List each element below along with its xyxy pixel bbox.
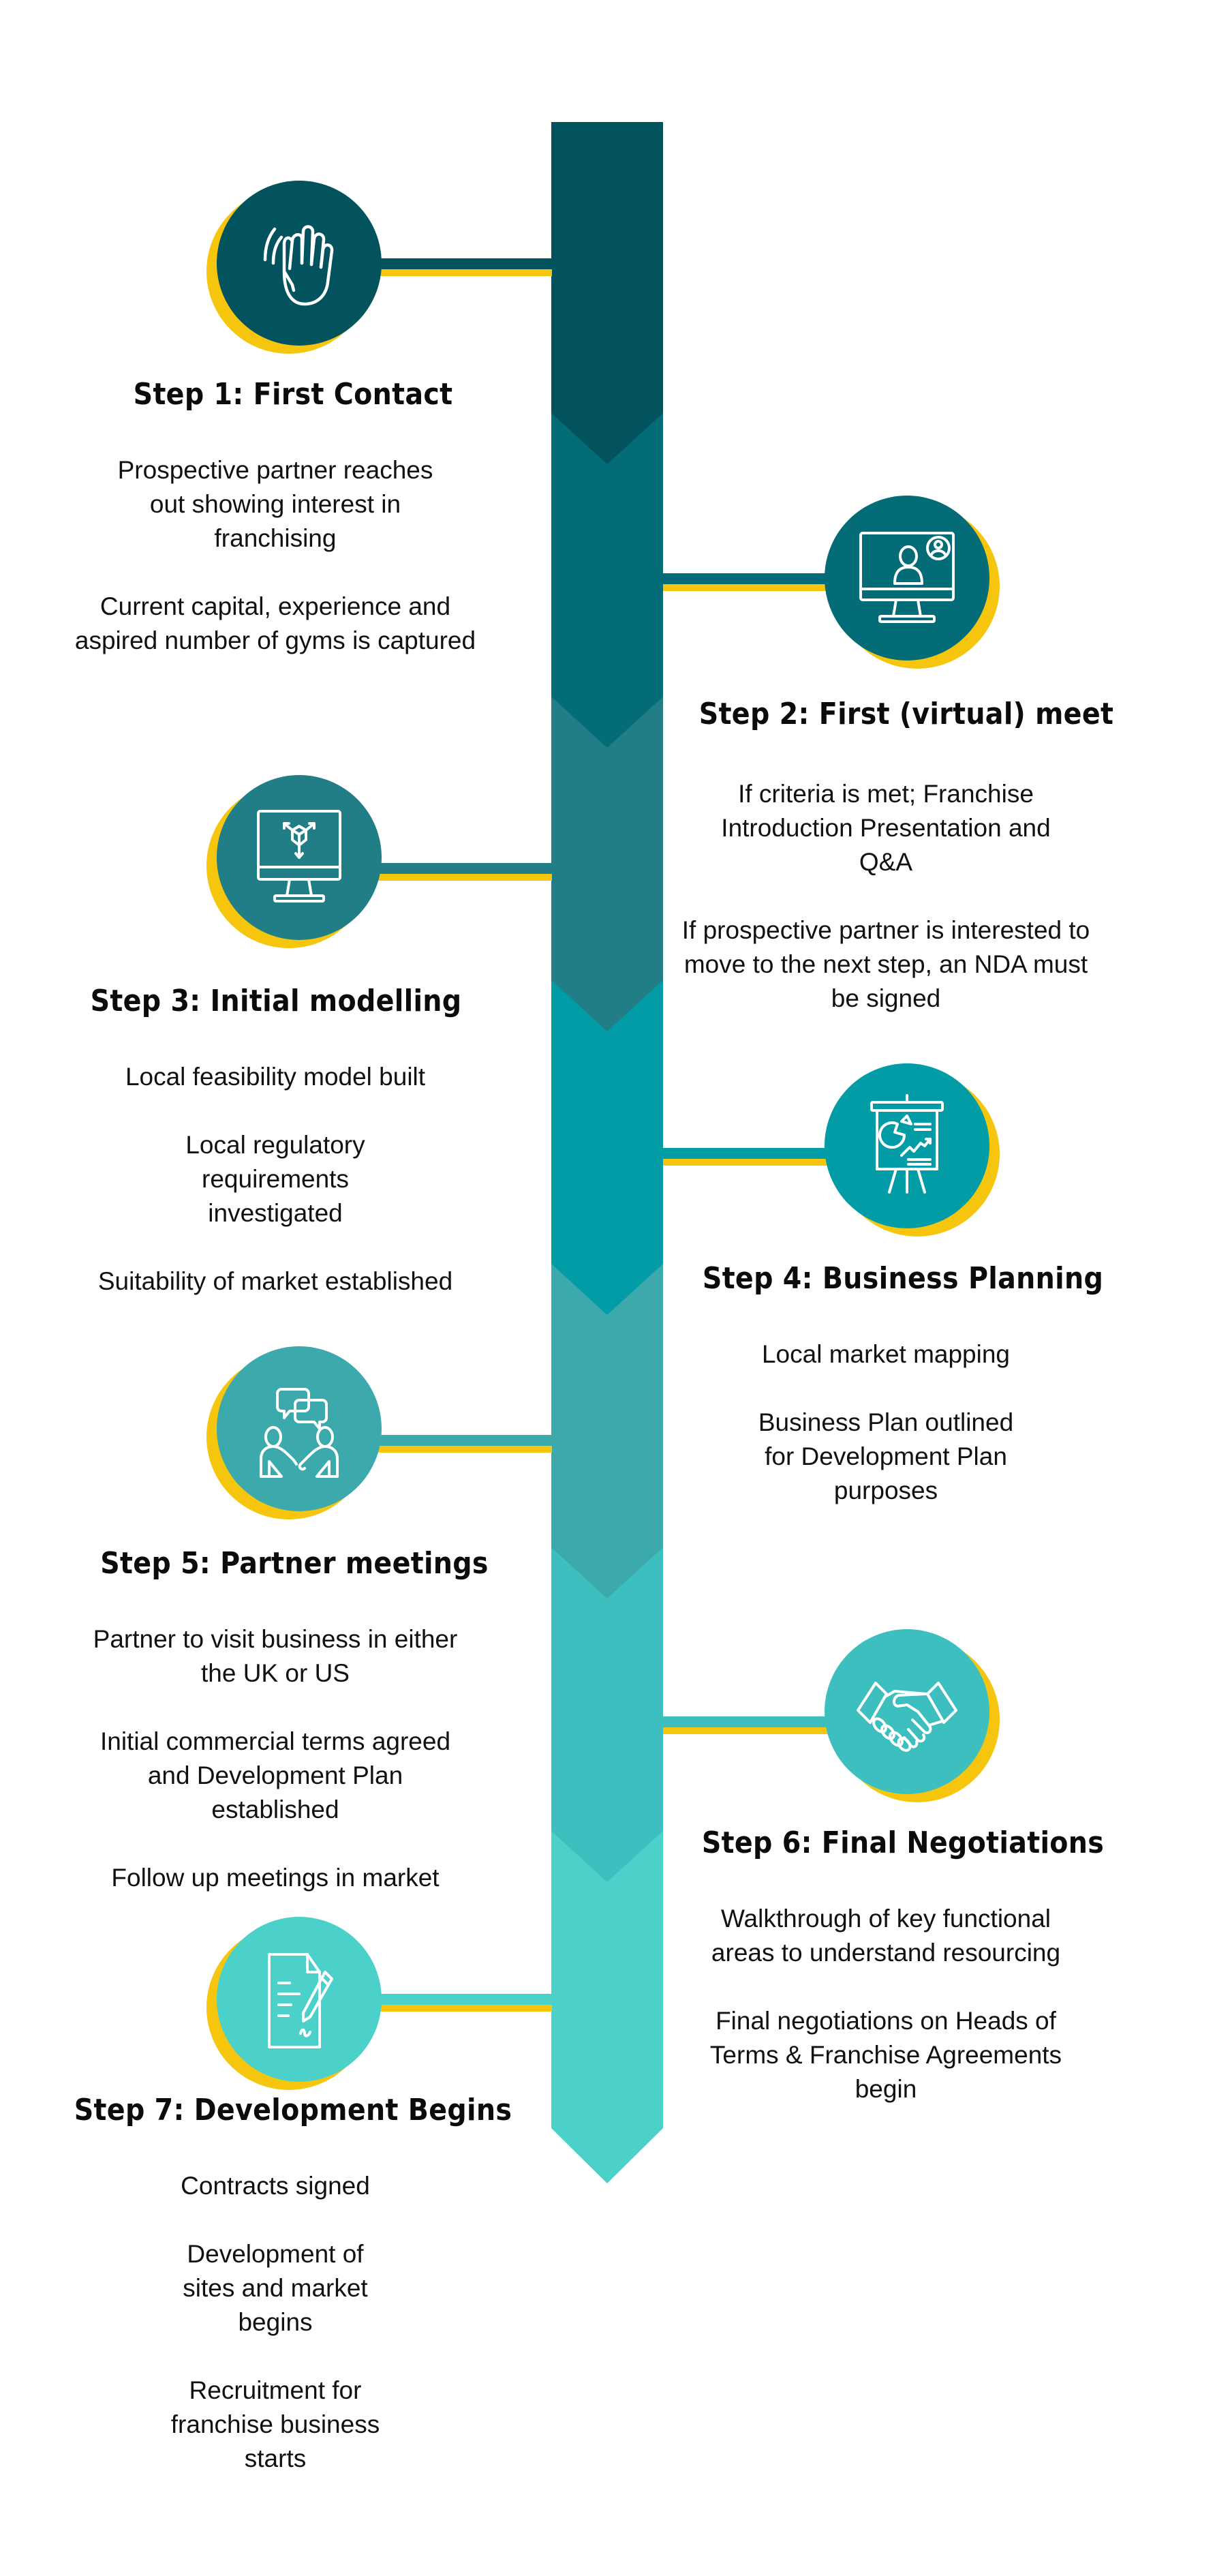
video-call-monitor-icon (859, 532, 955, 623)
step-3-title: Step 3: Initial modelling (90, 984, 462, 1018)
step-7-node (206, 1917, 382, 2090)
step-1-title: Step 1: First Contact (133, 377, 453, 412)
step-6-point: Final negotiations on Heads of Terms & F… (709, 2007, 1062, 2103)
step-2-point: If prospective partner is interested to … (681, 916, 1090, 1012)
step-4-connector (663, 1148, 847, 1166)
step-7-point: Recruitment for franchise business start… (170, 2376, 380, 2472)
waving-hand-icon (263, 225, 334, 306)
step-3-points: Local feasibility model built Local regu… (30, 1060, 521, 1299)
step-7-point: Development of sites and market begins (183, 2240, 368, 2336)
step-4-node (825, 1063, 1000, 1237)
step-3-node (206, 775, 382, 948)
step-5-point: Partner to visit business in either the … (93, 1625, 458, 1687)
step-7-points: Contracts signed Development of sites an… (30, 2169, 521, 2476)
contract-signing-icon (268, 1953, 333, 2048)
step-3-point: Suitability of market established (97, 1267, 453, 1295)
step-3-connector (368, 863, 552, 881)
presentation-board-icon (870, 1094, 944, 1194)
step-4-title: Step 4: Business Planning (702, 1261, 1104, 1296)
step-5-point: Initial commercial terms agreed and Deve… (99, 1727, 451, 1823)
monitor-3d-model-icon (257, 810, 341, 903)
step-2-point: If criteria is met; Franchise Introducti… (721, 780, 1051, 876)
meeting-people-icon (260, 1388, 339, 1478)
step-3-point: Local regulatory requirements investigat… (185, 1131, 365, 1227)
step-2-title: Step 2: First (virtual) meet (698, 697, 1114, 731)
step-1-point: Prospective partner reaches out showing … (117, 456, 433, 552)
step-7-point: Contracts signed (181, 2172, 370, 2200)
step-6-point: Walkthrough of key functional areas to u… (711, 1905, 1061, 1967)
step-5-points: Partner to visit business in either the … (30, 1622, 521, 1895)
step-6-connector (663, 1716, 847, 1734)
step-1-connector (368, 258, 552, 276)
spine-segment-1 (551, 122, 663, 464)
step-2-points: If criteria is met; Franchise Introducti… (641, 777, 1131, 1016)
step-5-point: Follow up meetings in market (111, 1864, 440, 1892)
step-4-point: Local market mapping (761, 1340, 1011, 1368)
step-2-node (825, 496, 1000, 669)
step-6-node (825, 1629, 1000, 1802)
step-1-point: Current capital, experience and aspired … (74, 592, 476, 654)
step-7-connector (368, 1994, 552, 2012)
handshake-icon (857, 1682, 957, 1752)
step-1-node (206, 181, 382, 354)
step-2-connector (663, 573, 847, 591)
step-6-points: Walkthrough of key functional areas to u… (641, 1902, 1131, 2106)
step-3-point: Local feasibility model built (125, 1063, 426, 1091)
step-6-title: Step 6: Final Negotiations (701, 1825, 1105, 1860)
step-1-points: Prospective partner reaches out showing … (30, 453, 521, 658)
step-7-title: Step 7: Development Begins (74, 2093, 512, 2127)
step-4-point: Business Plan outlined for Development P… (758, 1408, 1014, 1504)
step-4-points: Local market mapping Business Plan outli… (641, 1337, 1131, 1508)
step-5-node (206, 1346, 382, 1519)
step-5-title: Step 5: Partner meetings (100, 1546, 489, 1581)
step-5-connector (368, 1435, 552, 1453)
